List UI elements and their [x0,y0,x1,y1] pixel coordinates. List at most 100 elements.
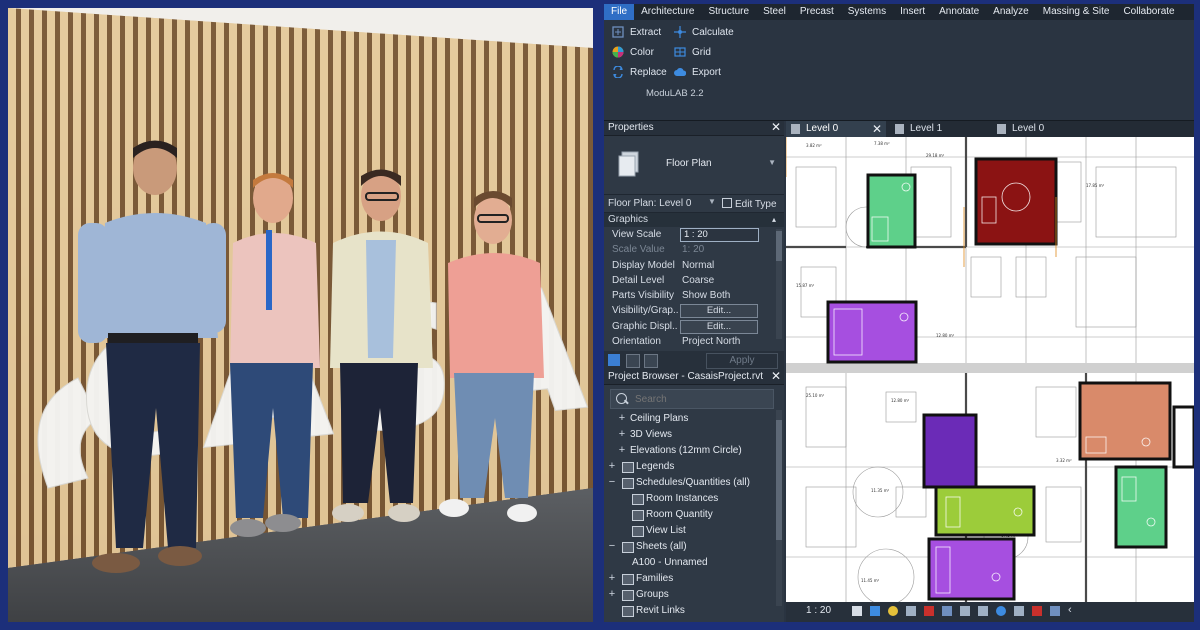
browser-item[interactable]: + Legends [604,459,776,475]
export-button[interactable]: Export [674,66,721,78]
menu-steel[interactable]: Steel [756,4,793,20]
analytical-model-icon[interactable] [1032,606,1042,616]
browser-item[interactable]: View List [604,523,776,539]
browser-item[interactable]: A100 - Unnamed [604,555,776,571]
tab-level-0-b[interactable]: Level 0 [992,121,1092,137]
show-crop-icon[interactable] [942,606,952,616]
visual-style-icon[interactable] [870,606,880,616]
expand-icon[interactable]: + [608,588,616,600]
shadows-icon[interactable] [906,606,916,616]
room-purple-1 [826,300,918,364]
view-scale-control[interactable]: 1 : 20 [806,605,831,616]
browser-item-label: View List [646,525,686,536]
collapse-icon[interactable]: − [608,476,616,488]
browser-item[interactable]: + Groups [604,587,776,603]
property-row: Display Model Normal [604,258,784,273]
color-label: Color [630,46,654,58]
reveal-hidden-icon[interactable] [996,606,1006,616]
menu-collaborate[interactable]: Collaborate [1116,4,1181,20]
drawing-canvas[interactable]: 3.82 m² 7.38 m² 29.18 m² 17.85 m² 15.87 m²… [786,137,1194,602]
browser-item[interactable]: Room Quantity [604,507,776,523]
menu-structure[interactable]: Structure [701,4,756,20]
detail-level-value[interactable]: Coarse [682,275,714,286]
menu-massing-site[interactable]: Massing & Site [1036,4,1117,20]
tab-level-0[interactable]: Level 0 ✕ [786,121,886,137]
grid-button[interactable]: Grid [674,46,711,58]
edit-type-label: Edit Type [735,199,777,210]
browser-node-icon [622,462,634,473]
close-browser-icon[interactable]: ✕ [771,369,781,383]
floor-plan-tab-icon [895,124,904,134]
browser-node-icon [632,510,644,521]
extract-button[interactable]: Extract [612,26,661,38]
sort-descending-icon[interactable] [644,354,658,368]
svg-text:12.80 m²: 12.80 m² [936,333,955,338]
browser-item[interactable]: + Ceiling Plans [604,411,776,427]
worksharing-icon[interactable] [1014,606,1024,616]
properties-scrollbar[interactable] [776,229,782,339]
detail-level-icon[interactable] [852,606,862,616]
sort-ascending-icon[interactable] [626,354,640,368]
browser-item[interactable]: +3D Views [604,427,776,443]
chevron-left-icon[interactable]: ‹ [1068,604,1078,616]
close-properties-icon[interactable]: ✕ [771,120,781,134]
temporary-hide-icon[interactable] [978,606,988,616]
expand-icon[interactable]: + [618,412,626,424]
unlock-3d-icon[interactable] [960,606,970,616]
edit-type-button[interactable]: Edit Type [722,198,777,210]
parts-visibility-value[interactable]: Show Both [682,290,730,301]
apply-button[interactable]: Apply [706,353,778,369]
sun-path-icon[interactable] [888,606,898,616]
display-model-value[interactable]: Normal [682,260,714,271]
close-tab-icon[interactable]: ✕ [872,121,882,137]
browser-search-input[interactable] [633,391,767,407]
categorized-icon[interactable] [608,354,620,366]
color-button[interactable]: Color [612,46,654,58]
calculate-button[interactable]: Calculate [674,26,734,38]
properties-panel: Properties ✕ Floor Plan ▼ Floor Plan: Le… [604,120,784,370]
menu-analyze[interactable]: Analyze [986,4,1036,20]
menu-insert[interactable]: Insert [893,4,932,20]
orientation-value[interactable]: Project North [682,336,740,347]
expand-icon[interactable]: + [608,572,616,584]
view-scale-field[interactable]: 1 : 20 [680,228,759,242]
svg-text:29.18 m²: 29.18 m² [926,153,945,158]
expand-icon[interactable]: + [618,428,626,440]
type-selector[interactable]: Floor Plan ▼ [604,136,784,195]
instance-selector[interactable]: Floor Plan: Level 0 [608,198,691,209]
visibility-edit-button[interactable]: Edit... [680,304,758,319]
tab-label: Level 1 [910,123,943,134]
browser-node-icon [632,494,644,505]
menu-file[interactable]: File [604,4,635,20]
properties-header: Properties ✕ [604,120,784,136]
browser-item[interactable]: + Families [604,571,776,587]
property-row: Orientation Project North [604,334,784,349]
edit-type-icon [722,198,732,208]
graphic-display-edit-button[interactable]: Edit... [680,319,758,334]
graphics-group-header[interactable]: Graphics ▴ [604,213,784,227]
menu-annotate[interactable]: Annotate [932,4,986,20]
collapse-icon[interactable]: − [608,540,616,552]
team-photo: CASAIS [8,8,593,622]
crop-view-icon[interactable] [924,606,934,616]
menu-architecture[interactable]: Architecture [634,4,701,20]
menu-systems[interactable]: Systems [841,4,893,20]
browser-scrollbar[interactable] [776,410,782,606]
browser-item[interactable]: Room Instances [604,491,776,507]
browser-item[interactable]: + Elevations (12mm Circle) [604,443,776,459]
browser-item[interactable]: Revit Links [604,603,776,619]
browser-item[interactable]: − Sheets (all) [604,539,776,555]
highlight-displacement-icon[interactable] [1050,606,1060,616]
svg-text:11.35 m²: 11.35 m² [871,488,890,493]
expand-icon[interactable]: + [608,460,616,472]
chevron-down-icon: ▼ [768,158,776,167]
scrollbar-thumb[interactable] [776,420,782,540]
scrollbar-thumb[interactable] [776,231,782,261]
replace-button[interactable]: Replace [612,66,667,78]
browser-item[interactable]: − Schedules/Quantities (all) [604,475,776,491]
menu-precast[interactable]: Precast [793,4,841,20]
tab-level-1[interactable]: Level 1 [890,121,990,137]
export-label: Export [692,66,721,78]
expand-icon[interactable]: + [618,444,626,456]
instance-chevron-icon[interactable]: ▼ [708,197,716,206]
